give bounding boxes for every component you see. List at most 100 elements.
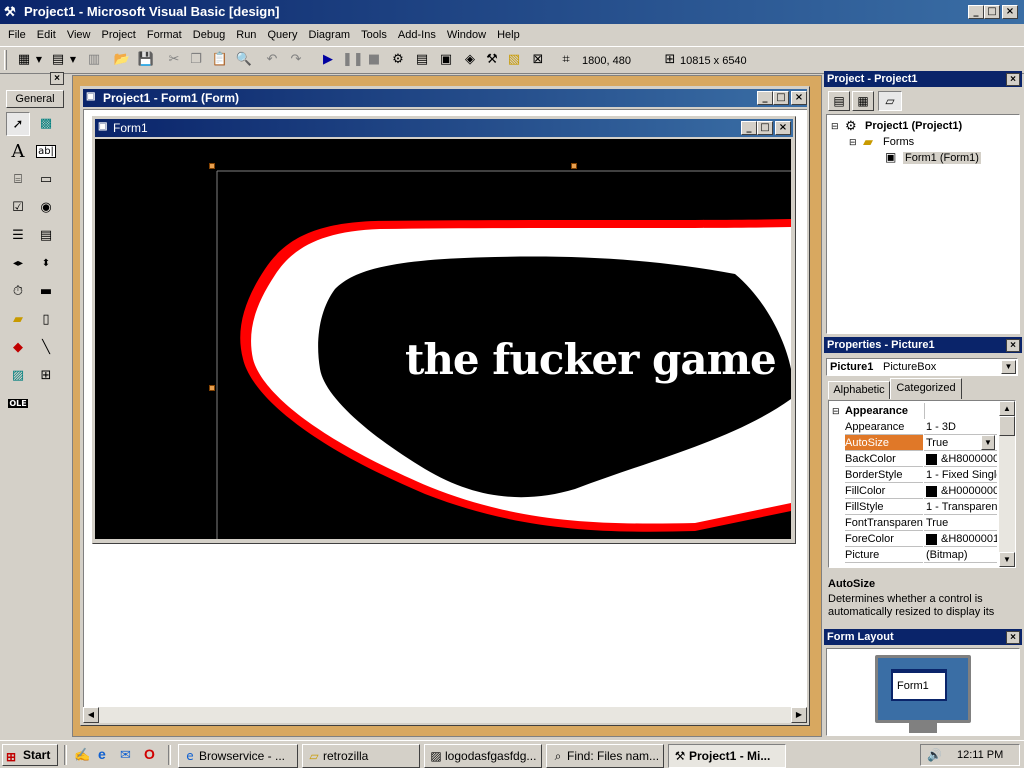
form-designer-title-bar[interactable]: ▣ Project1 - Form1 (Form) _ □ × xyxy=(83,89,807,107)
property-value[interactable]: &H8000000 xyxy=(924,451,997,467)
property-row-selected[interactable]: AutoSize True ▼ xyxy=(829,435,999,451)
copy-icon[interactable]: ❐ xyxy=(186,50,206,70)
toolbox-close-button[interactable]: × xyxy=(50,72,64,85)
outlook-express-icon[interactable]: ✉ xyxy=(120,747,131,763)
tab-categorized[interactable]: Categorized xyxy=(890,378,962,399)
taskbar-button-retrozilla[interactable]: ▱ retrozilla xyxy=(302,744,420,768)
properties-window-icon[interactable]: ▤ xyxy=(412,50,432,70)
view-object-button[interactable]: ▦ xyxy=(852,91,874,111)
toolbox-tab-general[interactable]: General xyxy=(6,90,64,108)
opera-icon[interactable]: O xyxy=(144,746,155,762)
dropdown-arrow-icon[interactable]: ▼ xyxy=(34,50,44,70)
toolbar-grip[interactable] xyxy=(4,50,7,70)
object-selector-dropdown[interactable]: Picture1 PictureBox ▼ xyxy=(826,358,1018,376)
property-row[interactable]: Picture (Bitmap) xyxy=(829,547,999,563)
listbox-tool-icon[interactable]: ▤ xyxy=(34,224,58,248)
property-value[interactable]: &H0000000 xyxy=(924,483,997,499)
project-explorer-icon[interactable]: ⚙ xyxy=(388,50,408,70)
tab-alphabetic[interactable]: Alphabetic xyxy=(828,381,890,399)
volume-icon[interactable]: 🔊 xyxy=(927,748,942,762)
form1-client-area[interactable]: the fucker game xyxy=(95,139,791,539)
form1-close-button[interactable]: × xyxy=(775,121,791,135)
save-icon[interactable]: 💾 xyxy=(136,50,156,70)
shape-tool-icon[interactable]: ◆ xyxy=(6,336,30,360)
start-button[interactable]: ⊞ Start xyxy=(2,744,58,766)
toolbox-icon[interactable]: ⚒ xyxy=(482,50,502,70)
property-value[interactable]: &H8000001 xyxy=(924,531,997,547)
tree-form1-item[interactable]: Form1 (Form1) xyxy=(903,152,981,164)
chevron-down-icon[interactable]: ▼ xyxy=(981,435,995,450)
scroll-down-button[interactable]: ▼ xyxy=(999,552,1015,567)
menu-query[interactable]: Query xyxy=(264,25,302,45)
menu-view[interactable]: View xyxy=(63,25,95,45)
menu-tools[interactable]: Tools xyxy=(357,25,391,45)
menu-file[interactable]: File xyxy=(4,25,30,45)
textbox-tool-icon[interactable]: ab| xyxy=(34,140,58,164)
scroll-thumb[interactable] xyxy=(999,416,1015,436)
internet-explorer-icon[interactable]: e xyxy=(98,746,106,762)
drivelistbox-tool-icon[interactable]: ▬ xyxy=(34,280,58,304)
undo-icon[interactable]: ↶ xyxy=(262,50,282,70)
property-row[interactable]: FillStyle 1 - Transparent xyxy=(829,499,999,515)
taskbar-button-browservice[interactable]: e Browservice - ... xyxy=(178,744,298,768)
taskbar-button-find[interactable]: ⌕ Find: Files nam... xyxy=(546,744,664,768)
line-tool-icon[interactable]: ╲ xyxy=(34,336,58,360)
property-value[interactable]: True xyxy=(924,515,997,531)
data-tool-icon[interactable]: ⊞ xyxy=(34,364,58,388)
data-view-icon[interactable]: ▧ xyxy=(504,50,524,70)
add-project-icon[interactable]: ▦ xyxy=(14,50,34,70)
menu-project[interactable]: Project xyxy=(98,25,140,45)
label-tool-icon[interactable]: A xyxy=(6,140,30,164)
form1-layout-preview[interactable]: Form1 xyxy=(891,669,947,701)
category-row[interactable]: ⊟ Appearance xyxy=(829,403,999,419)
form-layout-close-button[interactable]: × xyxy=(1006,631,1020,644)
property-row[interactable]: FillColor &H0000000 xyxy=(829,483,999,499)
optionbutton-tool-icon[interactable]: ◉ xyxy=(34,196,58,220)
close-button[interactable]: × xyxy=(1002,5,1018,19)
menu-diagram[interactable]: Diagram xyxy=(305,25,355,45)
find-icon[interactable]: 🔍 xyxy=(234,50,254,70)
form1-window[interactable]: ▣ Form1 _ □ × the fucker game xyxy=(92,116,796,544)
menu-help[interactable]: Help xyxy=(493,25,524,45)
redo-icon[interactable]: ↷ xyxy=(286,50,306,70)
property-row[interactable]: BackColor &H8000000 xyxy=(829,451,999,467)
category-collapse-icon[interactable]: ⊟ xyxy=(832,403,840,419)
dirlistbox-tool-icon[interactable]: ▰ xyxy=(6,308,30,332)
menu-debug[interactable]: Debug xyxy=(189,25,229,45)
minimize-button[interactable]: _ xyxy=(968,5,984,19)
commandbutton-tool-icon[interactable]: ▭ xyxy=(34,168,58,192)
view-code-button[interactable]: ▤ xyxy=(828,91,850,111)
end-icon[interactable]: ■ xyxy=(364,50,384,70)
hscrollbar-tool-icon[interactable]: ◂▸ xyxy=(6,252,30,276)
ole-tool-icon[interactable]: OLE xyxy=(6,392,30,416)
vscrollbar-tool-icon[interactable]: ⬍ xyxy=(34,252,58,276)
chevron-down-icon[interactable]: ▼ xyxy=(1001,360,1016,374)
pointer-tool-icon[interactable]: ➚ xyxy=(6,112,30,136)
main-title-bar[interactable]: ⚒ Project1 - Microsoft Visual Basic [des… xyxy=(0,0,1024,24)
vb-app-icon[interactable]: ⚒ xyxy=(4,4,20,20)
tree-collapse-icon[interactable]: ⊟ xyxy=(849,137,857,148)
paste-icon[interactable]: 📋 xyxy=(210,50,230,70)
tray-clock[interactable]: 12:11 PM xyxy=(957,749,1003,761)
form1-title-bar[interactable]: ▣ Form1 _ □ × xyxy=(95,119,793,137)
property-grid-scrollbar[interactable]: ▲ ▼ xyxy=(999,401,1015,567)
property-row[interactable]: ForeColor &H8000001 xyxy=(829,531,999,547)
property-value[interactable]: (Bitmap) xyxy=(924,547,997,563)
selection-handle-top-left[interactable] xyxy=(209,163,215,169)
form-designer-icon[interactable]: ▣ xyxy=(86,91,95,102)
scroll-left-button[interactable]: ◀ xyxy=(83,707,99,723)
toggle-folders-button[interactable]: ▱ xyxy=(878,91,902,111)
combobox-tool-icon[interactable]: ☰ xyxy=(6,224,30,248)
form-designer-hscrollbar[interactable]: ◀ ▶ xyxy=(83,707,807,723)
checkbox-tool-icon[interactable]: ☑ xyxy=(6,196,30,220)
menu-format[interactable]: Format xyxy=(143,25,186,45)
taskbar-button-project1[interactable]: ⚒ Project1 - Mi... xyxy=(668,744,786,768)
menu-edit[interactable]: Edit xyxy=(33,25,60,45)
scroll-up-button[interactable]: ▲ xyxy=(999,401,1015,416)
menu-add-ins[interactable]: Add-Ins xyxy=(394,25,440,45)
image-tool-icon[interactable]: ▨ xyxy=(6,364,30,388)
tree-forms-folder[interactable]: Forms xyxy=(883,136,914,148)
filelistbox-tool-icon[interactable]: ▯ xyxy=(34,308,58,332)
selection-handle-middle-left[interactable] xyxy=(209,385,215,391)
selection-handle-top-middle[interactable] xyxy=(571,163,577,169)
